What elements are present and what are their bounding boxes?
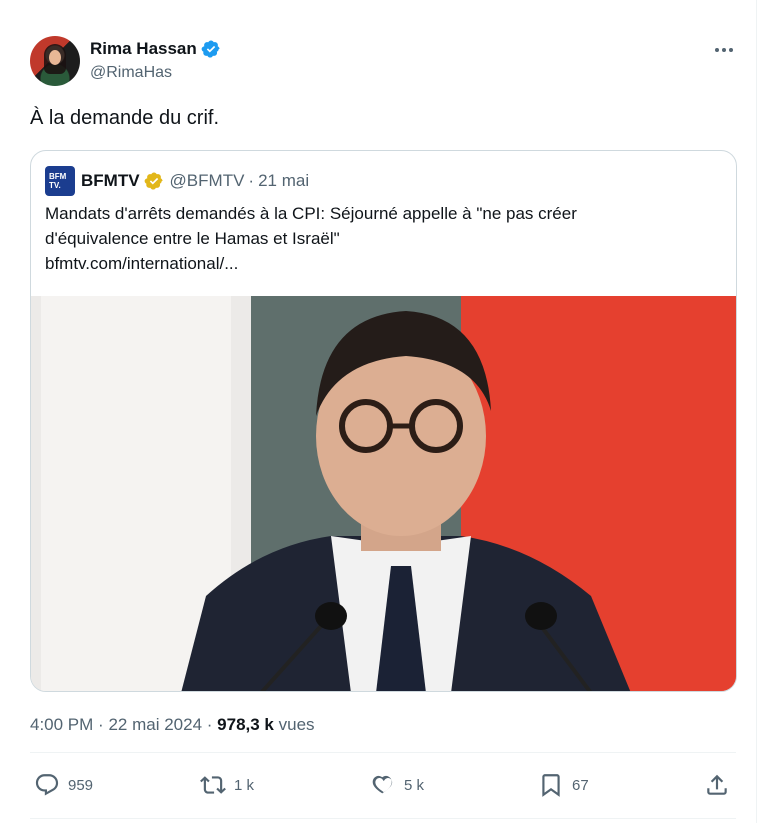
like-button[interactable]: 5 k <box>370 772 424 798</box>
gold-verified-badge-icon <box>144 172 163 190</box>
divider-top <box>30 752 736 753</box>
view-count: 978,3 k <box>217 715 274 734</box>
divider-bottom <box>30 818 736 819</box>
bookmark-icon <box>542 774 560 797</box>
retweet-icon <box>200 776 226 794</box>
share-button[interactable] <box>704 772 738 798</box>
more-icon[interactable] <box>712 38 736 62</box>
quoted-author-name: BFMTV <box>81 171 140 190</box>
quoted-tweet-image[interactable] <box>31 296 736 691</box>
verified-badge-icon <box>201 40 220 58</box>
tweet-meta: 4:00 PM · 22 mai 2024 · 978,3 k vues <box>30 715 315 734</box>
tweet-container: Rima Hassan @RimaHas À la demande du cri… <box>0 0 757 823</box>
view-label: vues <box>278 715 315 734</box>
quoted-tweet-date: 21 mai <box>258 171 310 190</box>
bfmtv-logo: BFM TV. <box>45 166 75 196</box>
reply-icon <box>35 774 59 796</box>
author-handle[interactable]: @RimaHas <box>90 64 172 82</box>
quoted-author-handle: @BFMTV <box>169 171 245 190</box>
author-name[interactable]: Rima Hassan <box>90 39 197 59</box>
retweet-button[interactable]: 1 k <box>200 772 254 798</box>
tweet-date[interactable]: 22 mai 2024 <box>108 715 202 734</box>
share-icon <box>707 774 727 795</box>
heart-icon <box>372 775 393 794</box>
quoted-tweet[interactable]: BFM TV. BFMTV @BFMTV · 21 mai Mandats d'a… <box>30 150 737 692</box>
quoted-tweet-link[interactable]: bfmtv.com/international/... <box>45 251 705 276</box>
quoted-tweet-header: BFM TV. BFMTV @BFMTV · 21 mai <box>45 166 309 196</box>
bookmark-button[interactable]: 67 <box>538 772 589 798</box>
separator-dot: · <box>248 171 255 190</box>
tweet-header: Rima Hassan @RimaHas <box>30 36 736 86</box>
avatar[interactable] <box>30 36 80 86</box>
reply-button[interactable]: 959 <box>34 772 93 798</box>
tweet-text: À la demande du crif. <box>30 107 219 129</box>
quoted-tweet-text: Mandats d'arrêts demandés à la CPI: Séjo… <box>45 201 705 276</box>
action-bar: 959 1 k 5 k 67 <box>30 772 737 808</box>
author-name-row: Rima Hassan <box>90 39 221 59</box>
tweet-time[interactable]: 4:00 PM <box>30 715 93 734</box>
